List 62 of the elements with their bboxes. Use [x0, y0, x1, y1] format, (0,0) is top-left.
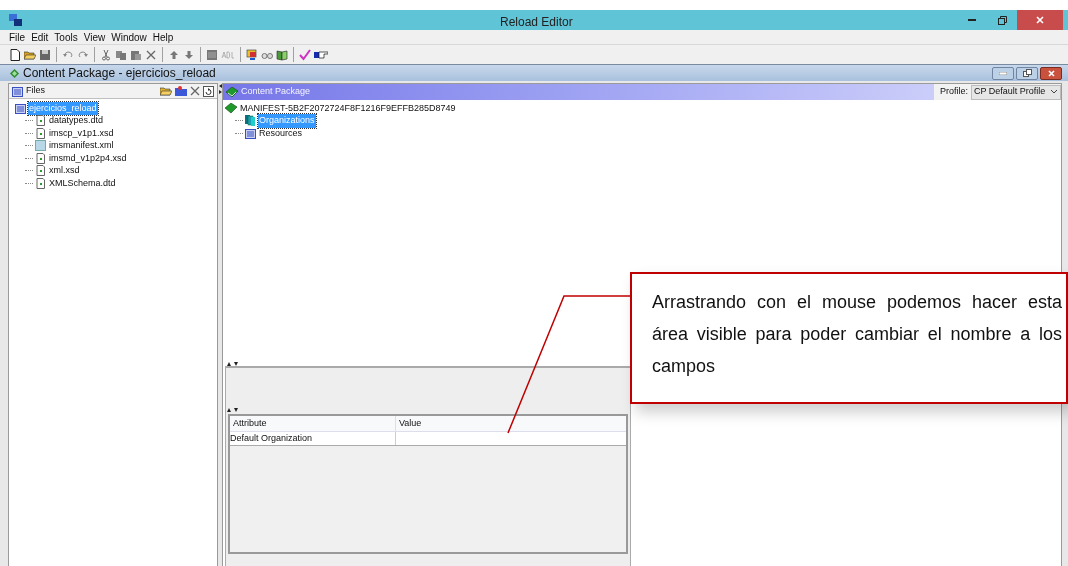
- file-icon: [35, 127, 46, 139]
- tree-item[interactable]: xml.xsd: [48, 164, 81, 178]
- file-icon: [35, 165, 46, 177]
- copy-icon[interactable]: [115, 48, 127, 61]
- profile-dropdown[interactable]: CP Default Profile: [971, 84, 1061, 100]
- file-icon: [35, 152, 46, 164]
- new-file-icon[interactable]: [9, 48, 21, 61]
- menu-item[interactable]: Window: [111, 29, 147, 45]
- refresh-icon[interactable]: [203, 85, 214, 97]
- tree-item[interactable]: XMLSchema.dtd: [48, 176, 117, 190]
- delete-icon[interactable]: [190, 86, 200, 96]
- close-button[interactable]: [1040, 66, 1062, 80]
- restore-icon: [1022, 69, 1032, 77]
- down-arrow-icon[interactable]: [183, 48, 195, 61]
- restore-button[interactable]: [1016, 66, 1038, 80]
- panel-title: Content Package: [241, 85, 311, 99]
- panel-title: Files: [26, 84, 45, 98]
- table-cell: Default Organization: [230, 432, 396, 445]
- app-icon: [9, 14, 22, 26]
- monitor-icon[interactable]: [246, 48, 258, 61]
- books-icon: [245, 115, 256, 127]
- inner-frame-title: Content Package - ejercicios_reload: [23, 65, 216, 82]
- menu-item[interactable]: File: [9, 29, 26, 45]
- minimize-icon: [999, 71, 1007, 75]
- folder-icon[interactable]: [175, 86, 187, 96]
- delete-icon[interactable]: [145, 48, 157, 61]
- open-folder-icon[interactable]: [24, 48, 36, 61]
- collapse-left-icon[interactable]: [218, 84, 222, 88]
- open-folder-icon[interactable]: [160, 86, 172, 96]
- callout-text: Arrastrando con el mouse podemos hacer esta área visible para poder cambiar el nombre a los campos: [652, 291, 1062, 378]
- folder-icon: [15, 102, 26, 114]
- file-icon: [35, 115, 46, 127]
- close-icon: [1036, 16, 1044, 24]
- close-icon: [1047, 69, 1055, 77]
- tree-item[interactable]: Resources: [258, 126, 304, 140]
- cut-icon[interactable]: [100, 48, 112, 61]
- expand-right-icon[interactable]: [218, 90, 222, 94]
- profile-label: Profile:: [940, 85, 968, 99]
- tree-item[interactable]: MANIFEST-5B2F2072724F8F1216F9EFFB285D8749: [239, 101, 457, 115]
- menu-item[interactable]: Edit: [31, 29, 49, 45]
- column-header[interactable]: Attribute: [230, 416, 396, 431]
- menu-item[interactable]: View: [83, 29, 106, 45]
- splitter-arrows-icon[interactable]: [227, 408, 239, 412]
- folder-icon: [12, 85, 23, 97]
- tree-item[interactable]: imsmd_v1p2p4.xsd: [48, 151, 128, 165]
- window-title: Reload Editor: [500, 14, 573, 31]
- restore-icon: [997, 15, 1007, 25]
- tree-item[interactable]: imsmanifest.xml: [48, 139, 115, 153]
- splitter-arrows-icon[interactable]: [227, 362, 239, 366]
- file-icon: [35, 177, 46, 189]
- menu-item[interactable]: Tools: [54, 29, 78, 45]
- save-icon[interactable]: [39, 48, 51, 61]
- minimize-icon: [968, 19, 976, 21]
- column-header[interactable]: Value: [396, 416, 626, 431]
- package-icon: [10, 68, 19, 78]
- up-arrow-icon[interactable]: [168, 48, 180, 61]
- tree-item[interactable]: imscp_v1p1.xsd: [48, 126, 115, 140]
- xml-file-icon: [35, 140, 46, 152]
- tree-item[interactable]: datatypes.dtd: [48, 114, 105, 128]
- check-icon[interactable]: [299, 48, 311, 61]
- paste-icon[interactable]: [130, 48, 142, 61]
- menu-item[interactable]: Help: [152, 29, 174, 45]
